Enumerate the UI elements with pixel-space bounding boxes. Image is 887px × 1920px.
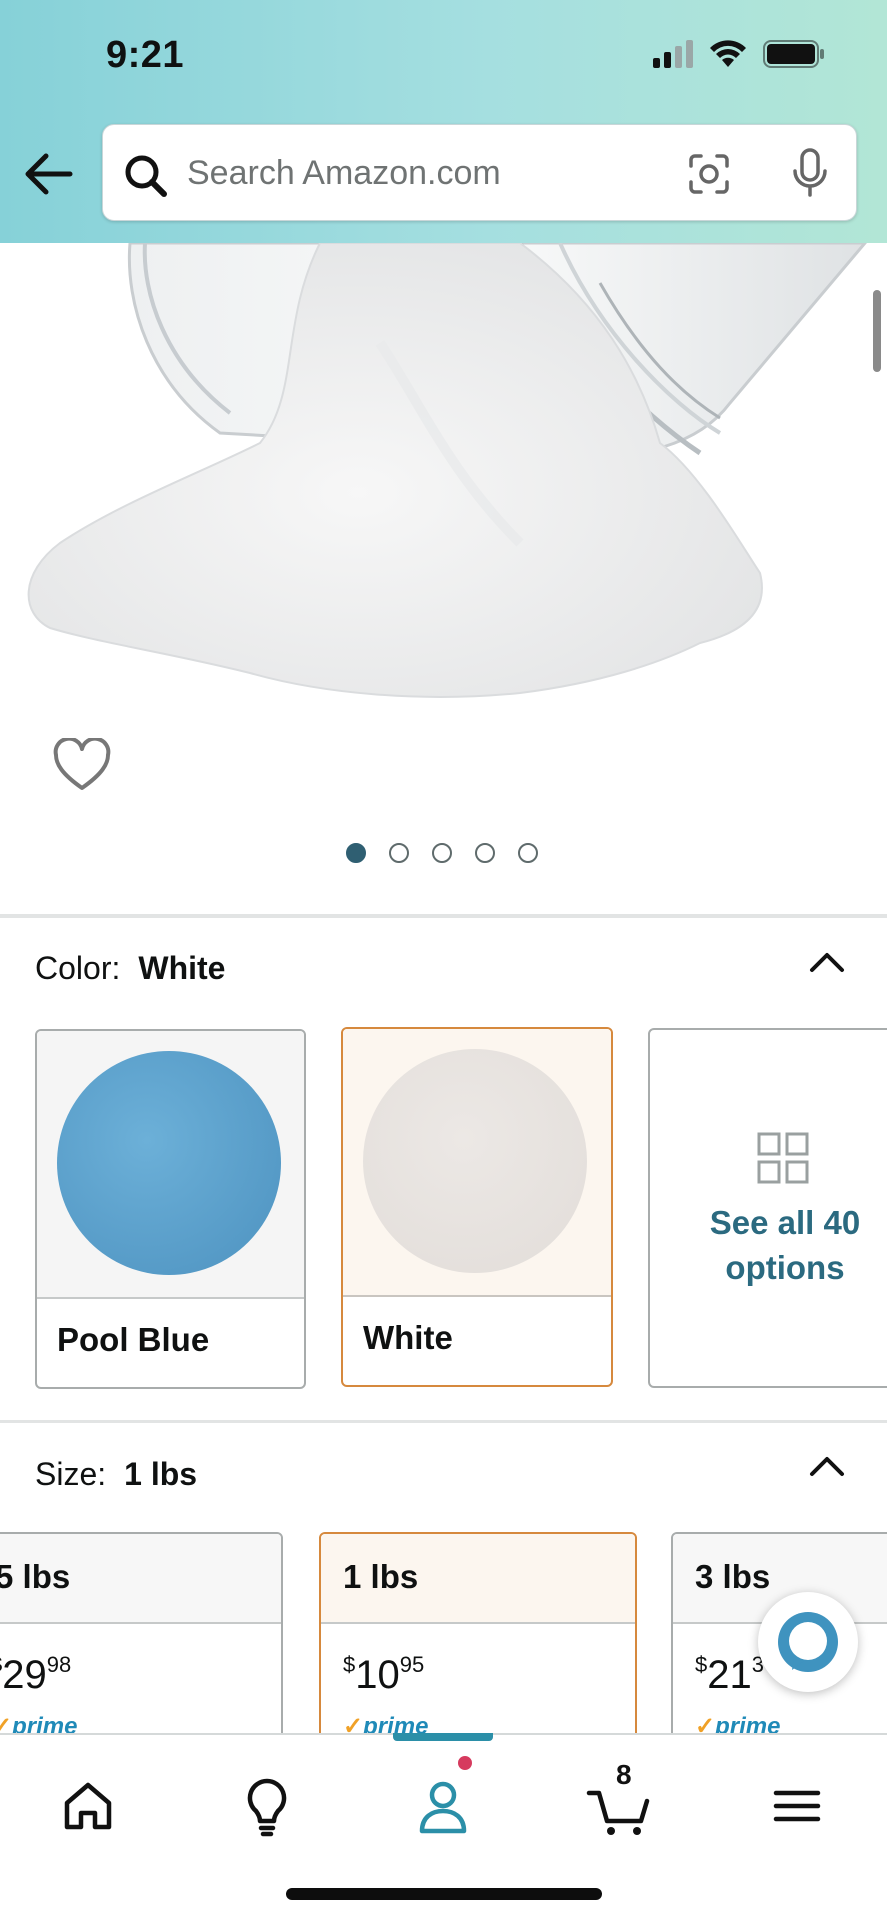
color-header[interactable]: Color: White xyxy=(35,950,225,987)
section-divider xyxy=(0,914,887,918)
swatch-image xyxy=(343,1029,611,1297)
wifi-icon xyxy=(710,40,746,67)
nav-account[interactable] xyxy=(408,1771,478,1841)
see-all-options-button[interactable]: See all 40 options xyxy=(648,1028,887,1388)
carousel-dot[interactable] xyxy=(518,843,538,863)
product-photo xyxy=(27,243,867,698)
carousel-dot[interactable] xyxy=(432,843,452,863)
home-indicator xyxy=(286,1888,602,1900)
active-tab-indicator xyxy=(393,1733,493,1741)
home-icon xyxy=(64,1782,112,1830)
size-value: 1 lbs xyxy=(124,1456,198,1492)
heart-icon xyxy=(53,736,111,790)
status-time: 9:21 xyxy=(106,34,185,76)
search-icon xyxy=(125,155,167,197)
search-bar[interactable] xyxy=(102,124,857,221)
white-swatch-circle xyxy=(363,1049,587,1273)
swatch-image xyxy=(37,1031,304,1299)
size-option-label: 5 lbs xyxy=(0,1558,71,1595)
carousel-dot[interactable] xyxy=(389,843,409,863)
menu-icon xyxy=(773,1790,821,1822)
color-value: White xyxy=(138,950,226,986)
microphone-icon[interactable] xyxy=(790,147,830,199)
back-arrow-icon xyxy=(25,153,73,195)
size-label: Size: xyxy=(35,1456,107,1492)
price-cents: 95 xyxy=(399,1652,425,1677)
section-divider xyxy=(0,1420,887,1423)
nav-home[interactable] xyxy=(53,1771,123,1841)
lightbulb-icon xyxy=(247,1778,287,1837)
size-option-label: 1 lbs xyxy=(343,1558,419,1595)
carousel-dot[interactable] xyxy=(346,843,366,863)
image-carousel-indicator xyxy=(346,843,538,863)
price-dollars: 21 xyxy=(707,1653,752,1697)
carousel-dot[interactable] xyxy=(475,843,495,863)
collapse-color-chevron-icon[interactable] xyxy=(807,948,847,976)
product-image[interactable] xyxy=(0,243,887,813)
color-option-label: Pool Blue xyxy=(57,1321,210,1358)
add-to-list-button[interactable] xyxy=(52,736,112,794)
back-button[interactable] xyxy=(20,148,80,200)
cellular-signal-icon xyxy=(653,40,693,68)
grid-icon xyxy=(757,1132,809,1184)
account-icon xyxy=(419,1781,467,1834)
pool-blue-swatch-circle xyxy=(57,1051,281,1275)
status-icons xyxy=(653,40,827,68)
account-notification-dot xyxy=(456,1754,474,1772)
cart-count-badge: 8 xyxy=(616,1759,632,1790)
color-option-pool-blue[interactable]: Pool Blue xyxy=(35,1029,306,1389)
size-header[interactable]: Size: 1 lbs xyxy=(35,1456,197,1493)
alexa-icon xyxy=(778,1612,838,1672)
color-option-label: White xyxy=(363,1319,453,1356)
size-option-price: $1095 xyxy=(343,1652,425,1697)
color-option-white[interactable]: White xyxy=(341,1027,613,1387)
size-option-label: 3 lbs xyxy=(695,1558,771,1595)
see-all-options-label: See all 40 options xyxy=(709,1204,861,1286)
nav-inspire[interactable] xyxy=(232,1771,302,1841)
price-dollars: 29 xyxy=(2,1653,47,1697)
search-input[interactable] xyxy=(187,143,747,203)
top-header: 9:21 xyxy=(0,0,887,243)
camera-scan-icon[interactable] xyxy=(687,152,731,196)
battery-icon xyxy=(763,40,824,68)
price-cents: 98 xyxy=(46,1652,72,1677)
alexa-button[interactable] xyxy=(758,1592,858,1692)
scrollbar-thumb[interactable] xyxy=(873,290,881,372)
collapse-size-chevron-icon[interactable] xyxy=(807,1452,847,1480)
size-option-price: $213 xyxy=(695,1652,764,1697)
price-dollars: 10 xyxy=(355,1653,400,1697)
nav-menu[interactable] xyxy=(762,1771,832,1841)
color-label: Color: xyxy=(35,950,121,986)
size-option-price: $2998 xyxy=(0,1652,71,1698)
